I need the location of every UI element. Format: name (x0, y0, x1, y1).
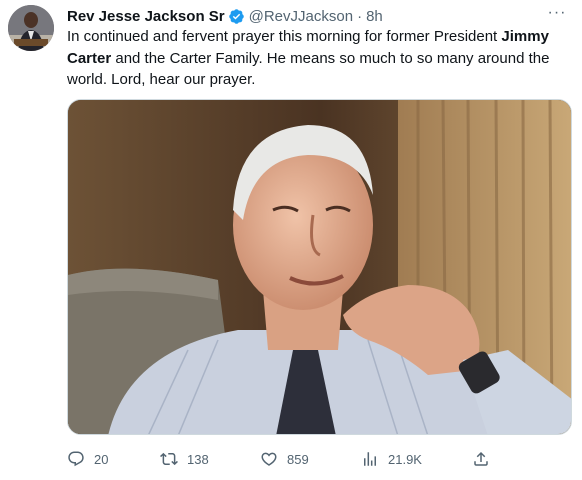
views-count: 21.9K (388, 451, 422, 467)
author-handle[interactable]: @RevJJackson (249, 8, 353, 25)
views-button[interactable]: 21.9K (361, 448, 422, 470)
reply-button[interactable]: 20 (67, 448, 108, 470)
avatar-image (8, 5, 54, 51)
tweet-text-bold1: Jimmy (501, 28, 549, 45)
share-button[interactable] (472, 448, 499, 470)
reply-icon (68, 451, 84, 467)
tweet-header: Rev Jesse Jackson Sr @RevJJackson · 8h (67, 6, 542, 26)
repost-count: 138 (187, 451, 209, 467)
photo-jimmy-carter (68, 100, 571, 434)
repost-button[interactable]: 138 (160, 448, 209, 470)
repost-icon (160, 452, 178, 466)
like-count: 859 (287, 451, 309, 467)
tweet-text-bold2: Carter (67, 49, 112, 67)
author-avatar[interactable] (8, 5, 54, 51)
tweet-timestamp[interactable]: 8h (366, 8, 383, 25)
reply-count: 20 (94, 451, 109, 467)
verified-badge-icon (228, 8, 244, 24)
like-button[interactable]: 859 (260, 448, 309, 470)
action-bar: 20 138 859 21.9K (67, 448, 572, 470)
views-icon (364, 452, 376, 466)
tweet-text: In continued and fervent prayer this mor… (67, 26, 572, 91)
like-icon (261, 452, 277, 466)
tweet-text-part1: In continued and fervent prayer this mor… (67, 28, 502, 45)
share-icon (474, 451, 488, 466)
more-icon[interactable]: ··· (542, 2, 572, 24)
author-name[interactable]: Rev Jesse Jackson Sr (67, 8, 225, 25)
tweet-text-part2: and the Carter Family. He means so much … (67, 49, 550, 89)
tweet-photo[interactable] (67, 99, 572, 435)
separator-dot: · (357, 7, 363, 25)
